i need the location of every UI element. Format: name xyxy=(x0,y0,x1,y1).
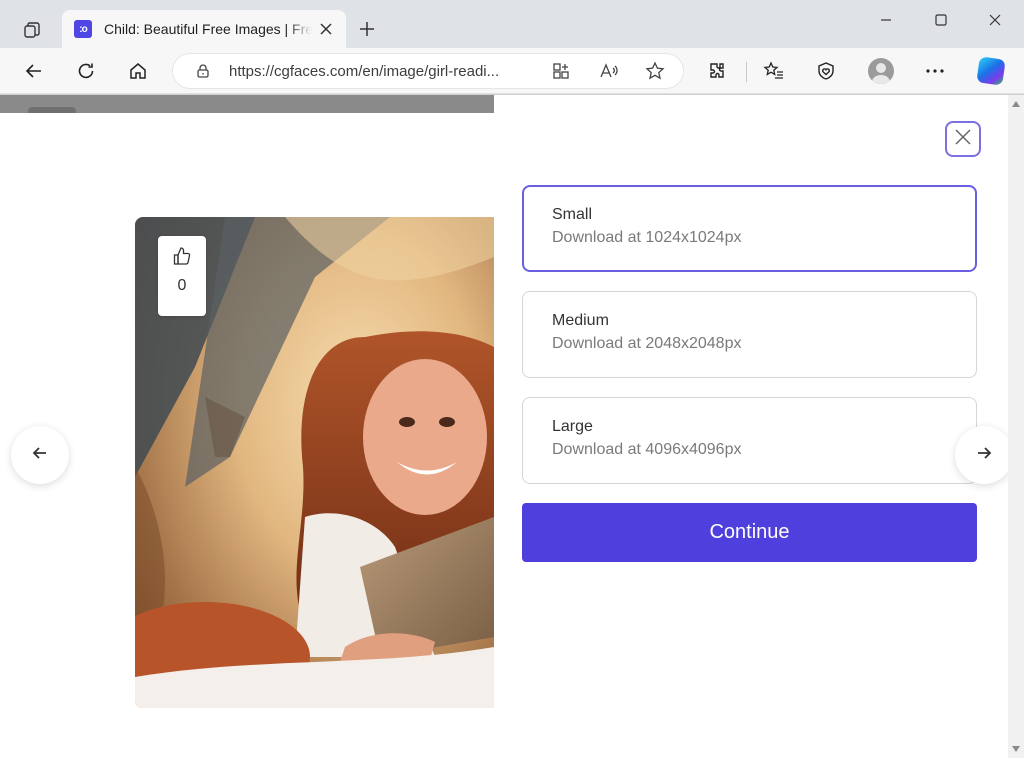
grid-plus-icon[interactable] xyxy=(545,55,577,87)
arrow-right-icon xyxy=(976,445,992,466)
like-count: 0 xyxy=(177,277,187,294)
toolbar-divider xyxy=(746,62,747,82)
read-aloud-icon[interactable] xyxy=(593,55,625,87)
option-title: Large xyxy=(552,418,593,435)
refresh-icon[interactable] xyxy=(70,55,102,87)
scroll-down-arrow-icon[interactable] xyxy=(1012,746,1020,752)
title-bar: :o Child: Beautiful Free Images | Free A… xyxy=(0,0,1024,48)
address-bar[interactable]: https://cgfaces.com/en/image/girl-readi.… xyxy=(172,53,684,89)
option-title: Small xyxy=(552,206,593,223)
download-size-panel: Small Download at 1024x1024px Medium Dow… xyxy=(494,95,1008,758)
tab-actions-icon[interactable] xyxy=(12,12,52,48)
previous-image-button[interactable] xyxy=(11,426,69,484)
tab-title: Child: Beautiful Free Images | Free AI I… xyxy=(104,21,312,37)
close-window-icon[interactable] xyxy=(975,6,1015,34)
browser-toolbar: https://cgfaces.com/en/image/girl-readi.… xyxy=(0,48,1024,94)
download-option-medium[interactable]: Medium Download at 2048x2048px xyxy=(522,291,977,378)
continue-button[interactable]: Continue xyxy=(522,503,977,562)
more-icon[interactable] xyxy=(919,55,951,87)
download-option-large[interactable]: Large Download at 4096x4096px xyxy=(522,397,977,484)
maximize-icon[interactable] xyxy=(921,6,961,34)
option-resolution: Download at 4096x4096px xyxy=(552,441,742,458)
option-resolution: Download at 2048x2048px xyxy=(552,335,742,352)
copilot-icon[interactable] xyxy=(975,55,1007,87)
next-image-button[interactable] xyxy=(955,426,1013,484)
browser-tab-active[interactable]: :o Child: Beautiful Free Images | Free A… xyxy=(62,10,346,48)
shield-heart-icon[interactable] xyxy=(810,55,842,87)
star-icon[interactable] xyxy=(639,55,671,87)
close-tab-icon[interactable] xyxy=(316,19,336,39)
puzzle-icon[interactable] xyxy=(701,55,733,87)
home-icon[interactable] xyxy=(122,55,154,87)
download-option-small[interactable]: Small Download at 1024x1024px xyxy=(522,185,977,272)
new-tab-plus-icon[interactable] xyxy=(354,16,380,42)
back-arrow-icon[interactable] xyxy=(18,55,50,87)
like-button[interactable]: 0 xyxy=(158,236,206,316)
arrow-left-icon xyxy=(32,445,48,466)
lock-icon[interactable] xyxy=(187,55,219,87)
minimize-icon[interactable] xyxy=(866,6,906,34)
option-resolution: Download at 1024x1024px xyxy=(552,229,742,246)
thumbs-up-icon xyxy=(173,246,191,271)
option-title: Medium xyxy=(552,312,609,329)
site-favicon: :o xyxy=(74,20,92,38)
avatar-icon[interactable] xyxy=(865,55,897,87)
page-scrollbar[interactable] xyxy=(1008,95,1024,758)
close-panel-button[interactable] xyxy=(945,121,981,157)
close-icon xyxy=(955,128,971,150)
favorites-list-icon[interactable] xyxy=(758,55,790,87)
scroll-up-arrow-icon[interactable] xyxy=(1012,101,1020,107)
page-viewport: 0 Small Download at 1024x1024px Medium D… xyxy=(0,95,1024,758)
url-text: https://cgfaces.com/en/image/girl-readi.… xyxy=(229,63,500,80)
